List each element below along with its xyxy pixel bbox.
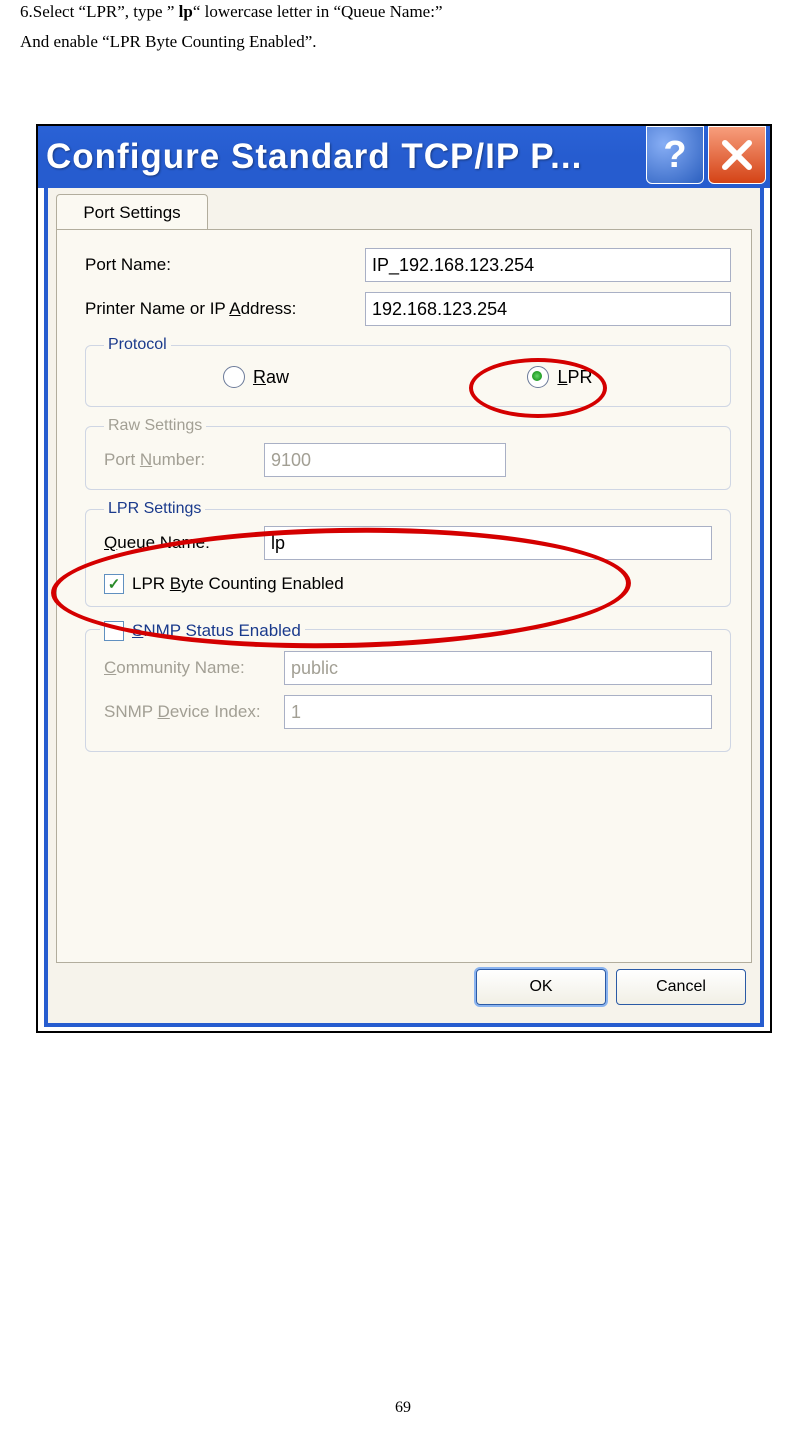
window-title: Configure Standard TCP/IP P... — [46, 137, 646, 177]
tcpip-port-dialog: Configure Standard TCP/IP P... ? Port Se… — [36, 124, 772, 1033]
raw-radio-label: Raw — [253, 367, 289, 388]
device-index-label: SNMP Device Index: — [104, 702, 284, 722]
port-settings-panel: Port Name: Printer Name or IP Address: P… — [56, 229, 752, 963]
port-name-input[interactable] — [365, 248, 731, 282]
instruction-line-2: And enable “LPR Byte Counting Enabled”. — [20, 32, 806, 52]
page-number: 69 — [0, 1399, 806, 1417]
printer-address-input[interactable] — [365, 292, 731, 326]
lpr-settings-legend: LPR Settings — [104, 500, 205, 518]
port-name-label: Port Name: — [85, 255, 365, 275]
tab-port-settings[interactable]: Port Settings — [56, 194, 208, 231]
help-button[interactable]: ? — [646, 126, 704, 184]
snmp-status-checkbox[interactable] — [104, 621, 124, 641]
queue-name-input[interactable] — [264, 526, 712, 560]
port-number-label: Port Number: — [104, 450, 264, 470]
lpr-settings-group: LPR Settings Queue Name: LPR Byte Counti… — [85, 500, 731, 607]
protocol-group: Protocol Raw LPR — [85, 336, 731, 407]
snmp-group: SNMP Status Enabled Community Name: SNMP… — [85, 617, 731, 752]
lpr-byte-counting-label: LPR Byte Counting Enabled — [132, 574, 344, 594]
port-number-input — [264, 443, 506, 477]
snmp-status-label: SNMP Status Enabled — [132, 621, 301, 641]
lpr-radio-label: LPR — [557, 367, 592, 388]
close-icon — [722, 140, 752, 170]
community-name-label: Community Name: — [104, 658, 284, 678]
device-index-input — [284, 695, 712, 729]
instruction-line-1: 6.Select “LPR”, type ” lp“ lowercase let… — [20, 2, 806, 22]
queue-name-label: Queue Name: — [104, 533, 264, 553]
protocol-legend: Protocol — [104, 336, 171, 354]
ok-button[interactable]: OK — [476, 969, 606, 1005]
lpr-byte-counting-checkbox[interactable] — [104, 574, 124, 594]
raw-settings-legend: Raw Settings — [104, 417, 206, 435]
community-name-input — [284, 651, 712, 685]
titlebar[interactable]: Configure Standard TCP/IP P... ? — [38, 126, 770, 188]
raw-radio[interactable] — [223, 366, 245, 388]
raw-settings-group: Raw Settings Port Number: — [85, 417, 731, 490]
lpr-radio[interactable] — [527, 366, 549, 388]
cancel-button[interactable]: Cancel — [616, 969, 746, 1005]
printer-address-label: Printer Name or IP Address: — [85, 299, 365, 319]
close-button[interactable] — [708, 126, 766, 184]
